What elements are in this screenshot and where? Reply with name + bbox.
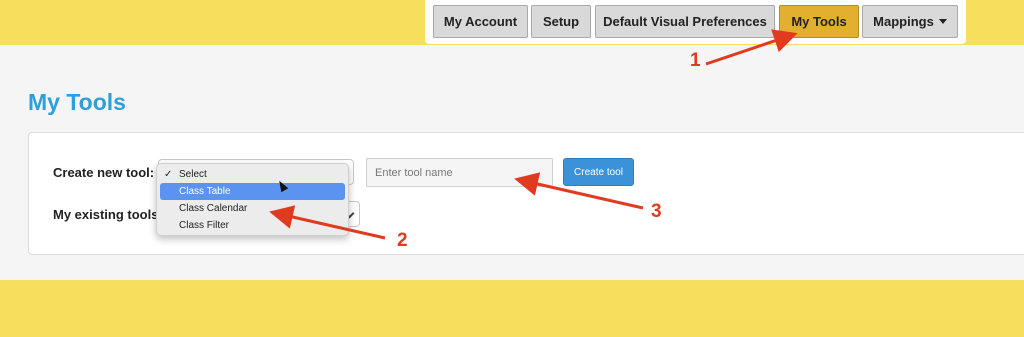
nav-mappings[interactable]: Mappings: [862, 5, 958, 38]
dropdown-option-label: Class Filter: [179, 220, 230, 231]
nav-bar: My Account Setup Default Visual Preferen…: [425, 0, 966, 44]
checkmark-icon: ✓: [164, 169, 173, 180]
dropdown-option-class-calendar[interactable]: Class Calendar: [160, 200, 345, 217]
create-new-tool-label: Create new tool:: [53, 165, 155, 180]
nav-my-account[interactable]: My Account: [433, 5, 528, 38]
nav-my-tools-label: My Tools: [791, 14, 847, 29]
nav-mappings-label: Mappings: [873, 14, 934, 29]
nav-setup[interactable]: Setup: [531, 5, 591, 38]
nav-setup-label: Setup: [542, 14, 580, 29]
annotation-number-3: 3: [651, 201, 662, 222]
footer-band: [0, 280, 1024, 337]
create-tool-button[interactable]: Create tool: [563, 158, 634, 186]
annotation-number-2: 2: [397, 230, 408, 251]
nav-default-visual-preferences-label: Default Visual Preferences: [603, 14, 767, 29]
tool-name-input[interactable]: [366, 158, 553, 187]
annotation-number-1: 1: [690, 50, 701, 71]
existing-tools-label: My existing tools:: [53, 207, 163, 222]
top-bar: My Account Setup Default Visual Preferen…: [0, 0, 1024, 44]
tool-type-dropdown: ✓ Select Class Table Class Calendar Class…: [156, 163, 349, 236]
nav-my-tools[interactable]: My Tools: [779, 5, 859, 38]
nav-my-account-label: My Account: [443, 14, 518, 29]
dropdown-option-label: Select: [179, 169, 207, 180]
dropdown-option-class-filter[interactable]: Class Filter: [160, 217, 345, 234]
nav-default-visual-preferences[interactable]: Default Visual Preferences: [595, 5, 775, 38]
page-title: My Tools: [28, 89, 126, 115]
dropdown-option-label: Class Calendar: [179, 203, 248, 214]
dropdown-option-label: Class Table: [179, 186, 231, 197]
dropdown-option-select[interactable]: ✓ Select: [160, 166, 345, 183]
dropdown-option-class-table[interactable]: Class Table: [160, 183, 345, 200]
chevron-down-icon: [938, 19, 947, 24]
